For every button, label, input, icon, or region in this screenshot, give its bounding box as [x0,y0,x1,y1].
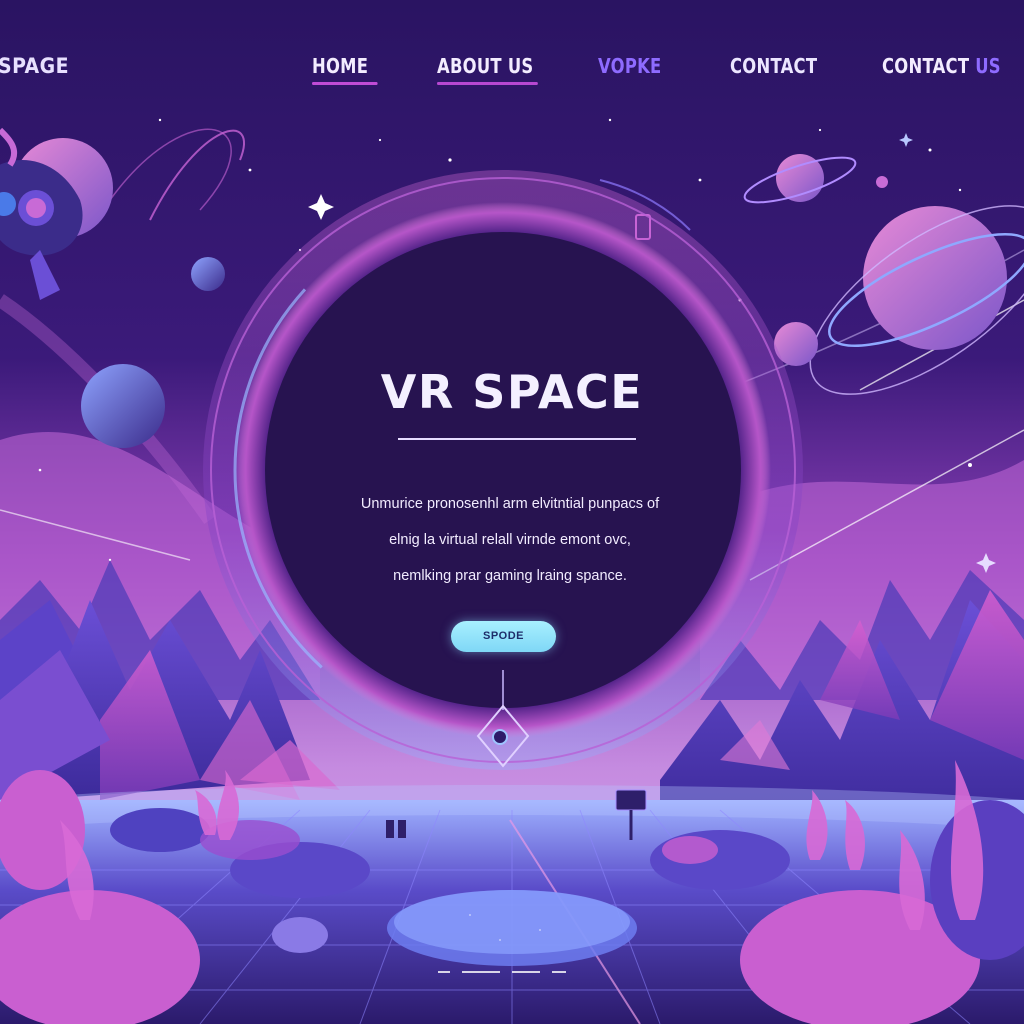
nav-active-underline [437,82,538,85]
hero-description: Unmurice pronosenhl arm elvitntial punpa… [300,486,720,594]
nav-link-about-us-label: ABOUT US [437,54,534,78]
nav-link-contact-us-label: CONTACT [882,54,970,78]
nav-link-contact-us[interactable]: CONTACT US [882,54,1001,78]
nav-link-home[interactable]: HOME [312,54,378,85]
nav-link-contact-us-accent: US [975,54,1001,78]
nav-link-vopke-label: VOPKE [598,54,662,78]
site-logo[interactable]: SPAGE [0,54,69,78]
nav-link-about-us[interactable]: ABOUT US [437,54,538,85]
hero-cta-button[interactable]: SPODE [451,621,556,652]
nav-link-contact-label: CONTACT [730,54,818,78]
nav-link-home-label: HOME [312,54,369,78]
nav-active-underline [312,82,378,85]
landing-page: SPAGE HOME ABOUT US VOPKE CONTACT CONTAC… [0,0,1024,1024]
hero-title: VR SPACE [380,365,644,419]
hero-divider [398,438,636,440]
hero-description-line: nemlking prar gaming lraing spance. [393,568,627,584]
nav-link-contact[interactable]: CONTACT [730,54,817,78]
nav-link-vopke[interactable]: VOPKE [598,54,662,78]
hero-description-line: Unmurice pronosenhl arm elvitntial punpa… [360,496,660,512]
hero-description-line: elnig la virtual relall virnde emont ovc… [389,532,631,548]
